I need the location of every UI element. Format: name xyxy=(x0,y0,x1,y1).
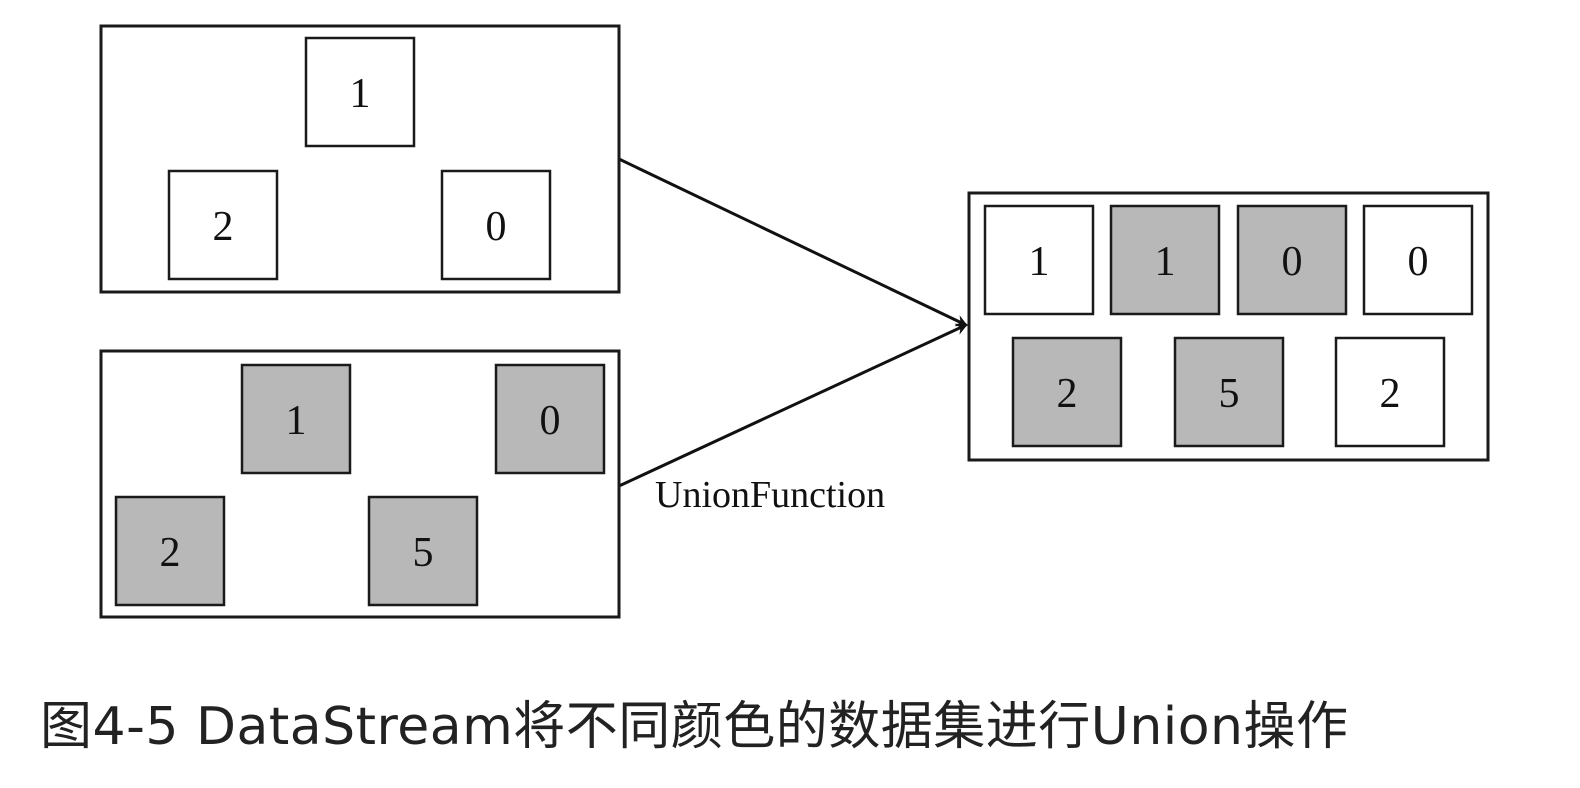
data-element-label: 0 xyxy=(1282,239,1303,285)
data-element: 1 xyxy=(1109,204,1221,316)
data-element-label: 0 xyxy=(486,204,507,250)
edge-label: UnionFunction xyxy=(655,474,885,516)
data-element-label: 5 xyxy=(1219,371,1240,417)
data-element: 1 xyxy=(304,36,416,148)
arrow-stream-white-to-stream-union xyxy=(618,157,968,327)
data-element-label: 1 xyxy=(1029,239,1050,285)
data-element-label: 1 xyxy=(1155,239,1176,285)
data-element-label: 2 xyxy=(1057,371,1078,417)
container-stream-union: 1 1 0 0 2 5 2 xyxy=(967,191,1490,462)
data-element-label: 5 xyxy=(413,530,434,576)
figure-caption: 图4-5 DataStream将不同颜色的数据集进行Union操作 xyxy=(40,697,1349,757)
data-element-label: 1 xyxy=(286,398,307,444)
data-element: 2 xyxy=(1334,336,1446,448)
data-element: 1 xyxy=(240,363,352,475)
data-element: 5 xyxy=(367,495,479,607)
data-element: 1 xyxy=(983,204,1095,316)
container-stream-white: 1 2 0 xyxy=(99,24,621,294)
data-element-label: 0 xyxy=(540,398,561,444)
data-element: 0 xyxy=(1236,204,1348,316)
data-element: 2 xyxy=(167,169,279,281)
data-element-label: 2 xyxy=(213,204,234,250)
data-element: 0 xyxy=(1362,204,1474,316)
data-element: 0 xyxy=(440,169,552,281)
container-stream-gray: 1 0 2 5 xyxy=(99,349,621,619)
data-element-label: 2 xyxy=(160,530,181,576)
data-element: 5 xyxy=(1173,336,1285,448)
arrow-stream-gray-to-stream-union xyxy=(618,323,968,488)
data-element-label: 1 xyxy=(350,71,371,117)
data-element: 2 xyxy=(114,495,226,607)
data-element: 0 xyxy=(494,363,606,475)
data-element-label: 2 xyxy=(1380,371,1401,417)
data-element-label: 0 xyxy=(1408,239,1429,285)
data-element: 2 xyxy=(1011,336,1123,448)
union-diagram: UnionFunction 1 2 0 1 0 2 5 1 1 0 0 2 5 2 xyxy=(99,24,1490,619)
